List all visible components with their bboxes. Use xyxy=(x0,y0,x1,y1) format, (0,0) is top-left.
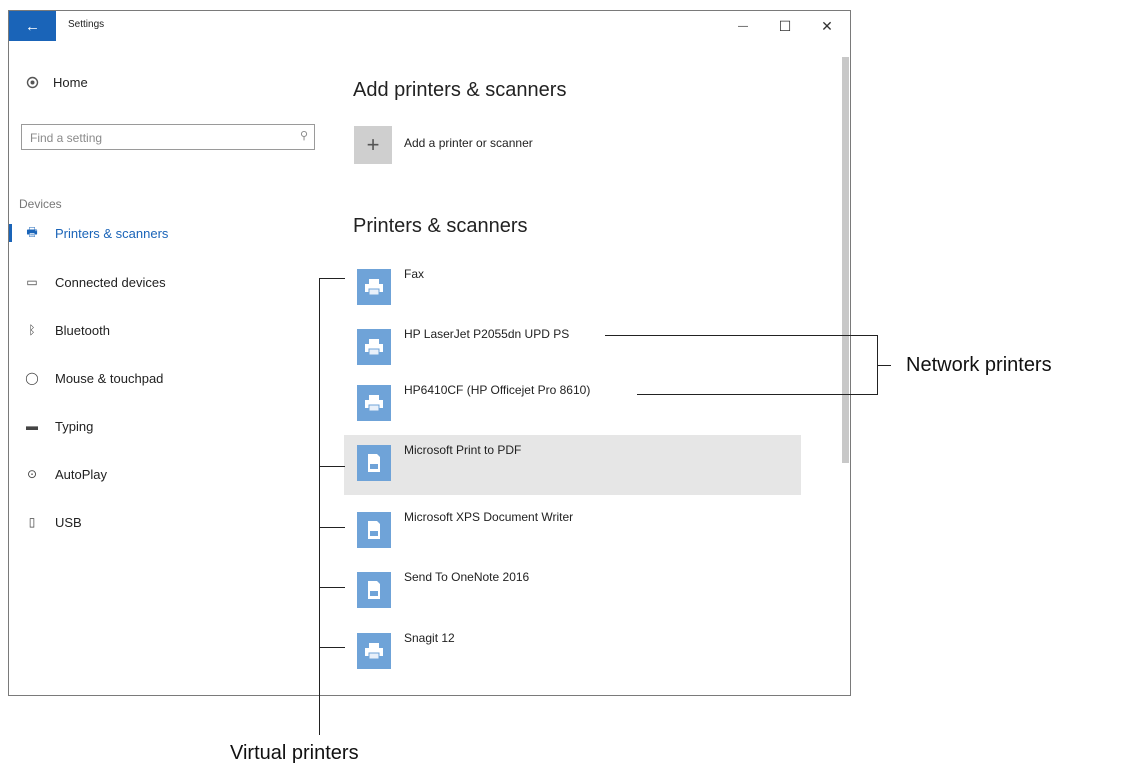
autoplay-icon: ⊙ xyxy=(26,467,38,481)
search-input[interactable] xyxy=(28,128,282,148)
callout-line xyxy=(319,278,320,735)
sidebar-item-label: Printers & scanners xyxy=(55,225,169,241)
add-printer-label[interactable]: Add a printer or scanner xyxy=(404,136,533,150)
sidebar-item-autoplay[interactable]: ⊙ AutoPlay xyxy=(9,458,329,490)
callout-line xyxy=(319,587,345,588)
sidebar-item-label: Typing xyxy=(55,418,94,434)
callout-line xyxy=(637,394,878,395)
add-printers-heading: Add printers & scanners xyxy=(353,79,567,101)
document-icon xyxy=(357,572,391,608)
add-printer-button[interactable]: + xyxy=(354,126,392,164)
printer-name: HP LaserJet P2055dn UPD PS xyxy=(404,327,570,341)
back-button[interactable]: ← xyxy=(9,11,56,41)
gear-icon xyxy=(26,76,39,89)
sidebar-item-label: AutoPlay xyxy=(55,466,108,482)
active-indicator xyxy=(9,224,12,242)
callout-line xyxy=(877,365,891,366)
sidebar-item-label: Connected devices xyxy=(55,274,166,290)
maximize-button[interactable]: ☐ xyxy=(765,11,805,41)
sidebar-item-bluetooth[interactable]: ᛒ Bluetooth xyxy=(9,314,329,346)
main-content: Add printers & scanners + Add a printer … xyxy=(344,41,839,691)
home-label: Home xyxy=(53,75,88,90)
printer-name: Send To OneNote 2016 xyxy=(404,570,530,584)
document-icon xyxy=(357,512,391,548)
sidebar-item-connected-devices[interactable]: ▭ Connected devices xyxy=(9,266,329,298)
sidebar: Home ⚲ Devices 🖶 Printers & scanners ▭ C… xyxy=(9,41,329,691)
window-title: Settings xyxy=(68,19,105,30)
scrollbar[interactable] xyxy=(841,41,850,691)
home-nav-item[interactable]: Home xyxy=(26,75,88,90)
virtual-printers-label: Virtual printers xyxy=(230,742,359,764)
minimize-button[interactable]: — xyxy=(723,11,763,41)
document-icon xyxy=(357,445,391,481)
printer-name: Microsoft XPS Document Writer xyxy=(404,510,574,524)
sidebar-item-label: USB xyxy=(55,514,82,530)
printer-name: HP6410CF (HP Officejet Pro 8610) xyxy=(404,383,591,397)
bluetooth-icon: ᛒ xyxy=(28,323,36,337)
settings-window: ← Settings — ☐ ✕ Home ⚲ Devices 🖶 xyxy=(8,10,851,696)
callout-line xyxy=(319,647,345,648)
usb-icon: ▯ xyxy=(28,515,36,529)
keyboard-icon: ▬ xyxy=(26,419,38,433)
printer-name: Microsoft Print to PDF xyxy=(404,443,522,457)
connected-devices-icon: ▭ xyxy=(26,275,38,289)
scrollbar-thumb[interactable] xyxy=(842,57,849,463)
printer-item-snagit[interactable]: Snagit 12 xyxy=(344,627,801,677)
printer-item-fax[interactable]: Fax xyxy=(344,263,801,313)
callout-line xyxy=(319,278,345,279)
close-icon: ✕ xyxy=(821,17,833,34)
printers-scanners-heading: Printers & scanners xyxy=(353,215,528,237)
search-box[interactable]: ⚲ xyxy=(21,124,315,150)
printer-name: Fax xyxy=(404,267,425,281)
printer-item-send-to-onenote[interactable]: Send To OneNote 2016 xyxy=(344,566,801,616)
printer-icon xyxy=(357,269,391,305)
plus-icon: + xyxy=(366,132,380,157)
sidebar-item-mouse-touchpad[interactable]: ◯ Mouse & touchpad xyxy=(9,362,329,394)
sidebar-item-label: Mouse & touchpad xyxy=(55,370,164,386)
section-label-devices: Devices xyxy=(19,197,62,211)
maximize-icon: ☐ xyxy=(778,17,792,34)
title-bar: ← Settings — ☐ ✕ xyxy=(9,11,850,41)
sidebar-item-usb[interactable]: ▯ USB xyxy=(9,506,329,538)
callout-line xyxy=(605,335,878,336)
back-arrow-icon: ← xyxy=(25,17,40,35)
sidebar-item-typing[interactable]: ▬ Typing xyxy=(9,410,329,442)
sidebar-item-label: Bluetooth xyxy=(55,322,110,338)
mouse-icon: ◯ xyxy=(25,371,39,385)
printer-icon xyxy=(357,329,391,365)
network-printers-label: Network printers xyxy=(906,354,1052,376)
printer-icon: 🖶 xyxy=(26,224,38,239)
minimize-icon: — xyxy=(738,20,748,32)
callout-line xyxy=(319,527,345,528)
callout-line xyxy=(319,466,345,467)
printer-item-hp-laserjet[interactable]: HP LaserJet P2055dn UPD PS xyxy=(344,323,801,373)
printer-name: Snagit 12 xyxy=(404,631,455,645)
search-icon: ⚲ xyxy=(299,130,308,142)
printer-icon xyxy=(357,385,391,421)
printer-icon xyxy=(357,633,391,669)
printer-item-microsoft-xps[interactable]: Microsoft XPS Document Writer xyxy=(344,506,801,556)
printer-item-hp6410cf[interactable]: HP6410CF (HP Officejet Pro 8610) xyxy=(344,379,801,429)
sidebar-item-printers-scanners[interactable]: 🖶 Printers & scanners xyxy=(9,217,329,249)
close-button[interactable]: ✕ xyxy=(807,11,847,41)
printer-item-microsoft-print-to-pdf[interactable]: Microsoft Print to PDF xyxy=(344,435,801,495)
